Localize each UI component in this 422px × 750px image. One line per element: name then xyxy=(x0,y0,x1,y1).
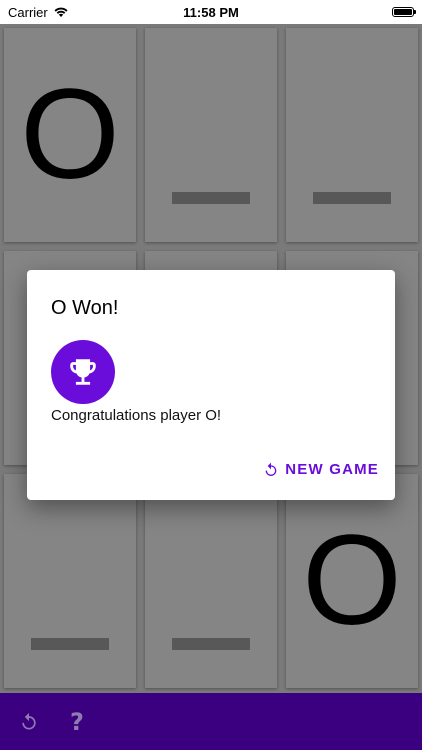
restart-icon xyxy=(265,462,277,476)
restart-icon xyxy=(22,712,36,729)
status-left: Carrier xyxy=(8,5,69,20)
board-cell-9[interactable]: O xyxy=(286,474,418,688)
dialog-message: Congratulations player O! xyxy=(51,407,222,424)
game-over-dialog: O Won! Congratulations player O! NEW GAM… xyxy=(27,270,395,500)
empty-cell-indicator xyxy=(31,638,109,650)
empty-cell-indicator xyxy=(172,638,250,650)
app-screen: Carrier 11:58 PM O O ? O Won! Congratula… xyxy=(0,0,422,750)
wifi-icon xyxy=(54,7,68,17)
board-cell-8[interactable] xyxy=(145,474,277,688)
carrier-label: Carrier xyxy=(8,4,48,20)
new-game-label: NEW GAME xyxy=(285,461,379,478)
status-bar: Carrier 11:58 PM xyxy=(0,0,422,24)
help-icon: ? xyxy=(70,707,84,736)
board-cell-1[interactable]: O xyxy=(4,28,136,242)
trophy-badge xyxy=(51,340,115,404)
board-cell-3[interactable] xyxy=(286,28,418,242)
cell-mark: O xyxy=(20,63,120,206)
empty-cell-indicator xyxy=(172,192,250,204)
dialog-title: O Won! xyxy=(51,297,119,319)
empty-cell-indicator xyxy=(313,192,391,204)
trophy-icon xyxy=(70,359,96,385)
battery-icon xyxy=(392,7,416,17)
board-cell-7[interactable] xyxy=(4,474,136,688)
new-game-button[interactable]: NEW GAME xyxy=(263,455,379,484)
help-button[interactable]: ? xyxy=(66,707,88,736)
restart-button[interactable] xyxy=(18,711,40,733)
cell-mark: O xyxy=(302,509,402,652)
board-cell-2[interactable] xyxy=(145,28,277,242)
bottom-toolbar: ? xyxy=(0,693,422,750)
